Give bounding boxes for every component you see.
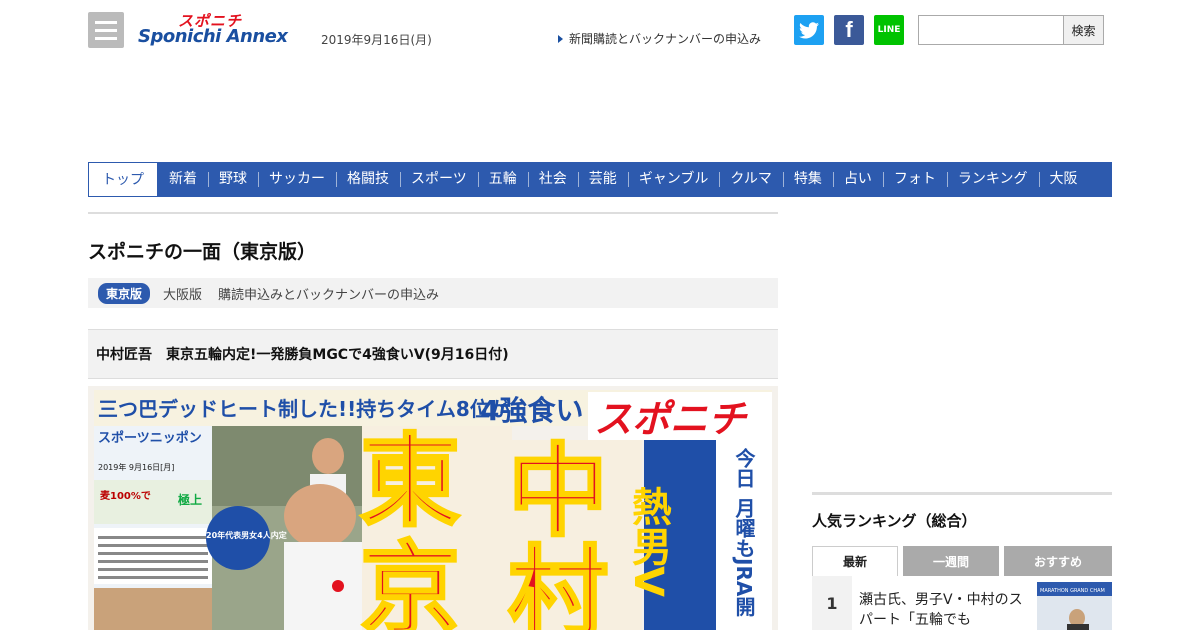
front-big-left-2: 京 bbox=[360, 531, 460, 630]
front-page-headline: 中村匠吾 東京五輪内定!一発勝負MGCで4強食いV(9月16日付) bbox=[88, 329, 778, 379]
tab-recommended[interactable]: おすすめ bbox=[1004, 546, 1112, 576]
nav-item-osaka[interactable]: 大阪 bbox=[1038, 162, 1089, 197]
nav-item-top[interactable]: トップ bbox=[88, 162, 158, 197]
line-glyph: LINE bbox=[877, 25, 901, 35]
nav-item-fighting[interactable]: 格闘技 bbox=[336, 162, 400, 197]
search-button[interactable]: 検索 bbox=[1063, 15, 1104, 45]
nav-item-society[interactable]: 社会 bbox=[527, 162, 578, 197]
subscription-link-label: 新聞購読とバックナンバーの申込み bbox=[569, 32, 762, 46]
ranking-item-title[interactable]: 瀬古氏、男子V・中村のスパート「五輪でも bbox=[859, 590, 1029, 630]
page: スポニチ Sponichi Annex 2019年9月16日(月) 新聞購読とバ… bbox=[0, 0, 1200, 630]
nav-item-new[interactable]: 新着 bbox=[158, 162, 208, 197]
nav-item-olympics[interactable]: 五輪 bbox=[477, 162, 528, 197]
main-nav: トップ 新着 野球 サッカー 格闘技 スポーツ 五輪 社会 芸能 ギャンブル ク… bbox=[88, 162, 1112, 197]
nav-item-soccer[interactable]: サッカー bbox=[258, 162, 336, 197]
front-side-text-2: 月曜もJRA開 bbox=[732, 498, 756, 617]
current-date: 2019年9月16日(月) bbox=[321, 33, 432, 47]
nav-item-sports[interactable]: スポーツ bbox=[400, 162, 478, 197]
ranking-item[interactable]: 1 瀬古氏、男子V・中村のスパート「五輪でも MARATHON GRAND CH… bbox=[812, 576, 1112, 630]
line-icon[interactable]: LINE bbox=[874, 15, 904, 45]
tab-week[interactable]: 一週間 bbox=[903, 546, 999, 576]
ranking-thumbnail[interactable]: MARATHON GRAND CHAM bbox=[1037, 582, 1112, 630]
ranking-number: 1 bbox=[812, 576, 852, 630]
edition-subscribe-link[interactable]: 購読申込みとバックナンバーの申込み bbox=[218, 284, 439, 303]
page-title: スポニチの一面（東京版） bbox=[88, 241, 317, 263]
nav-item-gamble[interactable]: ギャンブル bbox=[627, 162, 720, 197]
front-big-right: 中 bbox=[508, 433, 608, 550]
front-masthead: スポニチ bbox=[594, 397, 748, 441]
front-page-image[interactable]: 三つ巴デッドヒート制した!!持ちタイム8位が 4強食い スポニチ スポーツニッポ… bbox=[88, 386, 778, 630]
front-yellow-headline: 熱男V bbox=[625, 486, 672, 597]
front-paper-name: スポーツニッポン bbox=[98, 430, 202, 446]
edition-bar: 東京版 大阪版 購読申込みとバックナンバーの申込み bbox=[88, 278, 778, 308]
nav-item-ranking[interactable]: ランキング bbox=[946, 162, 1039, 197]
facebook-icon[interactable]: f bbox=[834, 15, 864, 45]
front-big-left: 東 bbox=[360, 423, 460, 540]
facebook-glyph: f bbox=[845, 17, 853, 42]
subscription-link[interactable]: 新聞購読とバックナンバーの申込み bbox=[558, 30, 761, 47]
twitter-icon[interactable] bbox=[794, 15, 824, 45]
front-ad-text: 麦100%で bbox=[100, 489, 151, 502]
front-banner-text-2: 4強食い bbox=[480, 394, 583, 427]
ranking-title: 人気ランキング（総合） bbox=[812, 512, 977, 530]
nav-item-baseball[interactable]: 野球 bbox=[208, 162, 258, 197]
tab-latest[interactable]: 最新 bbox=[812, 546, 898, 576]
front-big-right-2: 村 bbox=[508, 535, 608, 630]
triangle-right-icon bbox=[558, 34, 563, 43]
search-input[interactable] bbox=[918, 15, 1064, 45]
front-ad-brand: 極上 bbox=[178, 492, 202, 507]
front-paper-date: 2019年 9月16日[月] bbox=[98, 462, 174, 472]
site-logo[interactable]: スポニチ Sponichi Annex bbox=[138, 12, 308, 50]
front-banner-text: 三つ巴デッドヒート制した!!持ちタイム8位が bbox=[98, 397, 510, 421]
menu-icon[interactable] bbox=[88, 12, 124, 48]
edition-tokyo-badge[interactable]: 東京版 bbox=[98, 282, 151, 304]
logo-main-text: Sponichi Annex bbox=[138, 26, 288, 47]
nav-item-entertainment[interactable]: 芸能 bbox=[577, 162, 628, 197]
nav-item-photo[interactable]: フォト bbox=[882, 162, 947, 197]
front-sticker: 20年代表男女4人内定 bbox=[206, 530, 287, 540]
sidebar-divider bbox=[812, 492, 1112, 495]
edition-osaka-link[interactable]: 大阪版 bbox=[163, 284, 202, 303]
nav-item-features[interactable]: 特集 bbox=[782, 162, 833, 197]
nav-item-cars[interactable]: クルマ bbox=[719, 162, 783, 197]
nav-item-fortune[interactable]: 占い bbox=[832, 162, 883, 197]
front-side-text-1: 今日 bbox=[732, 447, 756, 488]
section-divider bbox=[88, 212, 778, 214]
thumbnail-caption: MARATHON GRAND CHAM bbox=[1040, 588, 1105, 594]
